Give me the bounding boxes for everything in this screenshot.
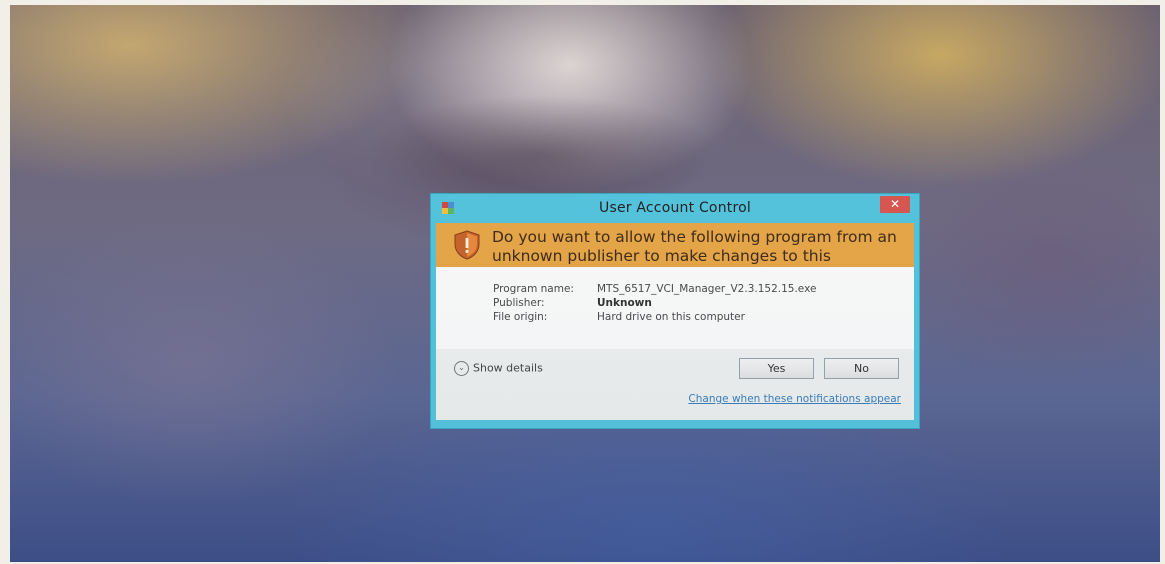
- file-origin-row: File origin: Hard drive on this computer: [493, 311, 745, 323]
- publisher-row: Publisher: Unknown: [493, 297, 652, 309]
- program-name-row: Program name: MTS_6517_VCI_Manager_V2.3.1…: [493, 283, 816, 295]
- warning-banner: Do you want to allow the following progr…: [436, 223, 914, 284]
- close-button[interactable]: ✕: [880, 196, 910, 213]
- show-details-toggle[interactable]: ⌄ Show details: [454, 361, 543, 376]
- no-button[interactable]: No: [824, 358, 899, 379]
- program-name-label: Program name:: [493, 283, 574, 295]
- file-origin-label: File origin:: [493, 311, 548, 323]
- show-details-label: Show details: [473, 361, 543, 375]
- dialog-titlebar: User Account Control ✕: [431, 194, 919, 222]
- program-info-panel: Program name: MTS_6517_VCI_Manager_V2.3.1…: [436, 267, 914, 349]
- program-name-value: MTS_6517_VCI_Manager_V2.3.152.15.exe: [597, 283, 817, 295]
- warning-shield-icon: [454, 230, 480, 260]
- chevron-down-icon: ⌄: [454, 361, 469, 376]
- yes-button[interactable]: Yes: [739, 358, 814, 379]
- change-notifications-link[interactable]: Change when these notifications appear: [688, 393, 901, 405]
- dialog-footer: ⌄ Show details Yes No Change when these n…: [436, 349, 914, 420]
- dialog-title: User Account Control: [599, 200, 751, 216]
- publisher-value: Unknown: [597, 297, 652, 309]
- publisher-label: Publisher:: [493, 297, 545, 309]
- uac-dialog: User Account Control ✕ Do you want to al…: [430, 193, 920, 429]
- file-origin-value: Hard drive on this computer: [597, 311, 745, 323]
